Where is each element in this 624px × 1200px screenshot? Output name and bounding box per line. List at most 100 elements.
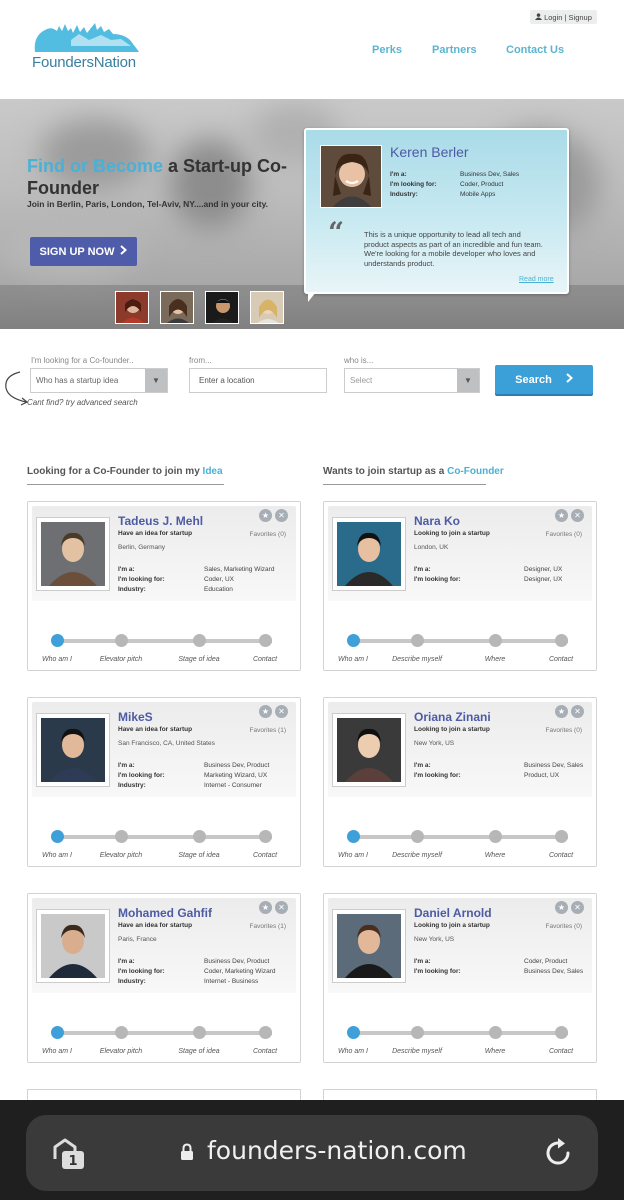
progress-step-dot[interactable]	[489, 634, 502, 647]
profile-photo[interactable]	[332, 713, 406, 787]
progress-step-label[interactable]: Who am I	[42, 852, 72, 859]
progress-step-dot[interactable]	[259, 1026, 272, 1039]
progress-step-dot[interactable]	[411, 634, 424, 647]
progress-step-dot[interactable]	[489, 830, 502, 843]
profile-name[interactable]: Oriana Zinani	[414, 710, 491, 724]
progress-step-label[interactable]: Where	[485, 852, 506, 859]
progress-step-label[interactable]: Stage of idea	[178, 656, 219, 663]
progress-step-label[interactable]: Describe myself	[392, 852, 442, 859]
close-icon[interactable]: ✕	[275, 901, 288, 914]
close-icon[interactable]: ✕	[571, 509, 584, 522]
progress-step-label[interactable]: Stage of idea	[178, 1048, 219, 1055]
progress-step-label[interactable]: Where	[485, 656, 506, 663]
location-input[interactable]: Enter a location	[189, 368, 327, 393]
close-icon[interactable]: ✕	[275, 509, 288, 522]
profile-name[interactable]: Mohamed Gahfif	[118, 906, 212, 920]
progress-step-label[interactable]: Describe myself	[392, 1048, 442, 1055]
hero-subtitle: Join in Berlin, Paris, London, Tel-Aviv,…	[27, 199, 269, 209]
progress-step-dot[interactable]	[555, 830, 568, 843]
progress-step-label[interactable]: Who am I	[338, 1048, 368, 1055]
profile-name[interactable]: Nara Ko	[414, 514, 460, 528]
profile-photo[interactable]	[332, 909, 406, 983]
progress-step-dot[interactable]	[193, 830, 206, 843]
star-icon[interactable]: ★	[259, 509, 272, 522]
nav-contact-us[interactable]: Contact Us	[506, 44, 564, 56]
progress-step-label[interactable]: Who am I	[42, 656, 72, 663]
sign-up-button[interactable]: SIGN UP NOW	[30, 237, 137, 266]
profile-field-label: I'm looking for:	[414, 968, 461, 975]
progress-step-dot[interactable]	[347, 830, 360, 843]
progress-step-label[interactable]: Elevator pitch	[100, 656, 142, 663]
testimonial-quote: This is a unique opportunity to lead all…	[364, 230, 543, 268]
tabs-icon[interactable]: 1	[51, 1137, 87, 1171]
progress-step-label[interactable]: Contact	[253, 852, 277, 859]
progress-step-dot[interactable]	[347, 634, 360, 647]
progress-step-dot[interactable]	[115, 1026, 128, 1039]
read-more-link[interactable]: Read more	[519, 276, 554, 283]
progress-step-dot[interactable]	[51, 634, 64, 647]
search-button[interactable]: Search	[495, 365, 593, 394]
progress-step-label[interactable]: Who am I	[338, 656, 368, 663]
progress-step-dot[interactable]	[193, 1026, 206, 1039]
progress-step-dot[interactable]	[347, 1026, 360, 1039]
progress-step-dot[interactable]	[555, 634, 568, 647]
star-icon[interactable]: ★	[259, 901, 272, 914]
login-signup-link[interactable]: Login | Signup	[530, 10, 597, 24]
cofounder-type-select[interactable]: Who has a startup idea ▼	[30, 368, 168, 393]
progress-step-dot[interactable]	[115, 830, 128, 843]
advanced-search-link[interactable]: Cant find? try advanced search	[27, 398, 138, 407]
star-icon[interactable]: ★	[555, 901, 568, 914]
profile-card[interactable]: Nara Ko Looking to join a startup London, …	[323, 501, 597, 671]
star-icon[interactable]: ★	[259, 705, 272, 718]
progress-step-label[interactable]: Contact	[253, 1048, 277, 1055]
progress-step-label[interactable]: Contact	[549, 1048, 573, 1055]
progress-step-dot[interactable]	[51, 1026, 64, 1039]
progress-step-dot[interactable]	[115, 634, 128, 647]
profile-card[interactable]: Tadeus J. Mehl Have an idea for startup Be…	[27, 501, 301, 671]
progress-step-label[interactable]: Contact	[253, 656, 277, 663]
progress-step-dot[interactable]	[411, 1026, 424, 1039]
progress-step-label[interactable]: Contact	[549, 852, 573, 859]
who-is-select[interactable]: Select ▼	[344, 368, 480, 393]
progress-step-dot[interactable]	[51, 830, 64, 843]
profile-photo[interactable]	[36, 713, 110, 787]
close-icon[interactable]: ✕	[275, 705, 288, 718]
profile-name[interactable]: MikeS	[118, 710, 153, 724]
progress-step-label[interactable]: Elevator pitch	[100, 852, 142, 859]
hero-avatar[interactable]	[160, 291, 194, 324]
profile-tagline: Looking to join a startup	[414, 922, 490, 929]
profile-card[interactable]: Oriana Zinani Looking to join a startup Ne…	[323, 697, 597, 867]
star-icon[interactable]: ★	[555, 705, 568, 718]
profile-card[interactable]: MikeS Have an idea for startup San Francis…	[27, 697, 301, 867]
progress-step-dot[interactable]	[259, 634, 272, 647]
profile-photo[interactable]	[332, 517, 406, 591]
progress-step-dot[interactable]	[259, 830, 272, 843]
profile-photo[interactable]	[36, 909, 110, 983]
hero-avatar[interactable]	[115, 291, 149, 324]
close-icon[interactable]: ✕	[571, 901, 584, 914]
profile-card[interactable]: Mohamed Gahfif Have an idea for startup Pa…	[27, 893, 301, 1063]
close-icon[interactable]: ✕	[571, 705, 584, 718]
nav-partners[interactable]: Partners	[432, 44, 477, 56]
profile-card[interactable]: Daniel Arnold Looking to join a startup Ne…	[323, 893, 597, 1063]
progress-step-label[interactable]: Contact	[549, 656, 573, 663]
progress-step-dot[interactable]	[489, 1026, 502, 1039]
progress-step-label[interactable]: Who am I	[338, 852, 368, 859]
progress-step-label[interactable]: Who am I	[42, 1048, 72, 1055]
reload-icon[interactable]	[542, 1136, 574, 1168]
profile-name[interactable]: Daniel Arnold	[414, 906, 492, 920]
star-icon[interactable]: ★	[555, 509, 568, 522]
progress-step-dot[interactable]	[193, 634, 206, 647]
progress-step-label[interactable]: Elevator pitch	[100, 1048, 142, 1055]
profile-name[interactable]: Tadeus J. Mehl	[118, 514, 203, 528]
nav-perks[interactable]: Perks	[372, 44, 402, 56]
profile-photo[interactable]	[36, 517, 110, 591]
hero-avatar[interactable]	[250, 291, 284, 324]
url-text[interactable]: founders-nation.com	[207, 1136, 467, 1165]
progress-step-label[interactable]: Where	[485, 1048, 506, 1055]
hero-avatar[interactable]	[205, 291, 239, 324]
progress-step-dot[interactable]	[555, 1026, 568, 1039]
progress-step-dot[interactable]	[411, 830, 424, 843]
progress-step-label[interactable]: Describe myself	[392, 656, 442, 663]
progress-step-label[interactable]: Stage of idea	[178, 852, 219, 859]
